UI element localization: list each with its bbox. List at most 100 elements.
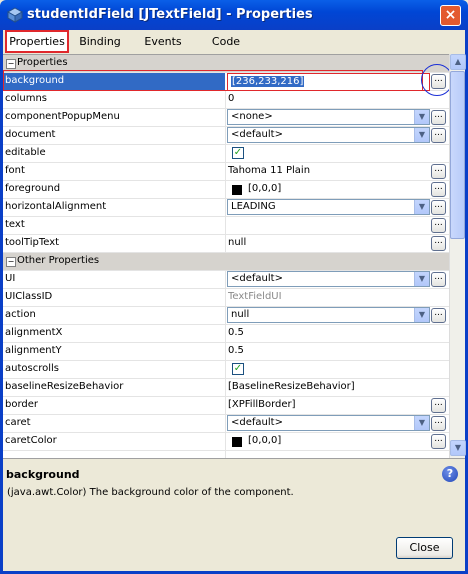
vertical-scrollbar[interactable]: ▲ ▼ <box>449 54 466 458</box>
property-row-foreground[interactable]: foreground [0,0,0] ... <box>3 181 449 199</box>
section-other-properties[interactable]: − Other Properties <box>3 253 449 271</box>
description-title: background <box>6 468 80 481</box>
background-ellipsis-button[interactable]: ... <box>431 74 446 89</box>
property-name: border <box>5 399 39 410</box>
background-value[interactable]: [236,233,216] <box>231 76 305 87</box>
property-value[interactable]: [XPFillBorder] <box>228 399 296 410</box>
property-row-font[interactable]: font Tahoma 11 Plain ... <box>3 163 449 181</box>
horizontalalignment-ellipsis-button[interactable]: ... <box>431 200 446 215</box>
tooltiptext-ellipsis-button[interactable]: ... <box>431 236 446 251</box>
color-swatch <box>232 437 242 447</box>
property-row-caret[interactable]: caret <default> ▼ ... <box>3 415 449 433</box>
document-ellipsis-button[interactable]: ... <box>431 128 446 143</box>
caretcolor-ellipsis-button[interactable]: ... <box>431 434 446 449</box>
section-label: Other Properties <box>17 255 100 266</box>
help-icon[interactable]: ? <box>442 466 458 482</box>
property-row-editable[interactable]: editable ✓ <box>3 145 449 163</box>
background-value-editor[interactable]: [236,233,216] <box>227 73 430 91</box>
action-ellipsis-button[interactable]: ... <box>431 308 446 323</box>
property-name: componentPopupMenu <box>5 111 120 122</box>
tab-code[interactable]: Code <box>201 30 251 53</box>
collapse-icon[interactable]: − <box>6 59 16 69</box>
caret-combo[interactable]: <default> ▼ <box>227 415 430 431</box>
property-row-alignmentx[interactable]: alignmentX 0.5 <box>3 325 449 343</box>
description-text: (java.awt.Color) The background color of… <box>7 487 294 498</box>
window-close-button[interactable]: × <box>440 5 461 26</box>
action-combo[interactable]: null ▼ <box>227 307 430 323</box>
property-name: alignmentY <box>5 345 62 356</box>
property-value[interactable]: [0,0,0] <box>248 435 281 446</box>
property-value[interactable]: Tahoma 11 Plain <box>228 165 310 176</box>
chevron-down-icon[interactable]: ▼ <box>414 128 429 142</box>
property-row-background[interactable]: background [236,233,216] ... <box>3 73 449 91</box>
property-name: toolTipText <box>5 237 60 248</box>
property-name: horizontalAlignment <box>5 201 107 212</box>
property-name: font <box>5 165 25 176</box>
font-ellipsis-button[interactable]: ... <box>431 164 446 179</box>
property-row-columns[interactable]: columns 0 <box>3 91 449 109</box>
scrollbar-thumb[interactable] <box>450 71 465 239</box>
property-value[interactable]: 0 <box>228 93 234 104</box>
property-row-uiclassid[interactable]: UIClassID TextFieldUI <box>3 289 449 307</box>
property-row-action[interactable]: action null ▼ ... <box>3 307 449 325</box>
chevron-down-icon[interactable]: ▼ <box>414 272 429 286</box>
chevron-down-icon[interactable]: ▼ <box>414 200 429 214</box>
property-row-autoscrolls[interactable]: autoscrolls ✓ <box>3 361 449 379</box>
property-value[interactable]: [BaselineResizeBehavior] <box>228 381 355 392</box>
document-combo[interactable]: <default> ▼ <box>227 127 430 143</box>
horizontalalignment-combo[interactable]: LEADING ▼ <box>227 199 430 215</box>
chevron-down-icon[interactable]: ▼ <box>414 110 429 124</box>
property-name: document <box>5 129 56 140</box>
combo-value: <default> <box>231 417 283 428</box>
scroll-down-icon[interactable]: ▼ <box>450 440 466 456</box>
property-row-tooltiptext[interactable]: toolTipText null ... <box>3 235 449 253</box>
section-properties[interactable]: − Properties <box>3 55 449 73</box>
combo-value: LEADING <box>231 201 276 212</box>
property-row-border[interactable]: border [XPFillBorder] ... <box>3 397 449 415</box>
editable-checkbox[interactable]: ✓ <box>232 147 244 159</box>
property-row-text[interactable]: text ... <box>3 217 449 235</box>
collapse-icon[interactable]: − <box>6 257 16 267</box>
property-row-document[interactable]: document <default> ▼ ... <box>3 127 449 145</box>
property-name: foreground <box>5 183 61 194</box>
property-name: baselineResizeBehavior <box>5 381 124 392</box>
autoscrolls-checkbox[interactable]: ✓ <box>232 363 244 375</box>
combo-value: <default> <box>231 129 283 140</box>
property-value[interactable]: 0.5 <box>228 327 244 338</box>
scroll-up-icon[interactable]: ▲ <box>450 54 466 70</box>
property-row-baselineresizebehavior[interactable]: baselineResizeBehavior [BaselineResizeBe… <box>3 379 449 397</box>
tab-events[interactable]: Events <box>137 30 189 53</box>
color-swatch <box>232 185 242 195</box>
property-name: caretColor <box>5 435 57 446</box>
property-row-horizontalalignment[interactable]: horizontalAlignment LEADING ▼ ... <box>3 199 449 217</box>
property-name: text <box>5 219 25 230</box>
componentpopupmenu-combo[interactable]: <none> ▼ <box>227 109 430 125</box>
foreground-ellipsis-button[interactable]: ... <box>431 182 446 197</box>
property-row-ui[interactable]: UI <default> ▼ ... <box>3 271 449 289</box>
section-label: Properties <box>17 57 68 68</box>
property-name: columns <box>5 93 48 104</box>
tab-binding[interactable]: Binding <box>73 30 127 53</box>
caret-ellipsis-button[interactable]: ... <box>431 416 446 431</box>
close-button[interactable]: Close <box>396 537 453 559</box>
property-value[interactable]: [0,0,0] <box>248 183 281 194</box>
property-value[interactable]: null <box>228 237 246 248</box>
property-name: UI <box>5 273 16 284</box>
tab-strip: Properties Binding Events Code <box>3 30 465 54</box>
window-title: studentIdField [JTextField] - Properties <box>27 7 313 22</box>
componentpopupmenu-ellipsis-button[interactable]: ... <box>431 110 446 125</box>
property-row-componentpopupmenu[interactable]: componentPopupMenu <none> ▼ ... <box>3 109 449 127</box>
text-ellipsis-button[interactable]: ... <box>431 218 446 233</box>
chevron-down-icon[interactable]: ▼ <box>414 308 429 322</box>
chevron-down-icon[interactable]: ▼ <box>414 416 429 430</box>
property-name: background <box>5 75 65 86</box>
property-row-alignmenty[interactable]: alignmentY 0.5 <box>3 343 449 361</box>
ui-combo[interactable]: <default> ▼ <box>227 271 430 287</box>
property-value[interactable]: 0.5 <box>228 345 244 356</box>
ui-ellipsis-button[interactable]: ... <box>431 272 446 287</box>
border-ellipsis-button[interactable]: ... <box>431 398 446 413</box>
tab-properties[interactable]: Properties <box>5 30 69 53</box>
property-row-caretcolor[interactable]: caretColor [0,0,0] ... <box>3 433 449 451</box>
property-name: caret <box>5 417 31 428</box>
combo-value: null <box>231 309 250 320</box>
